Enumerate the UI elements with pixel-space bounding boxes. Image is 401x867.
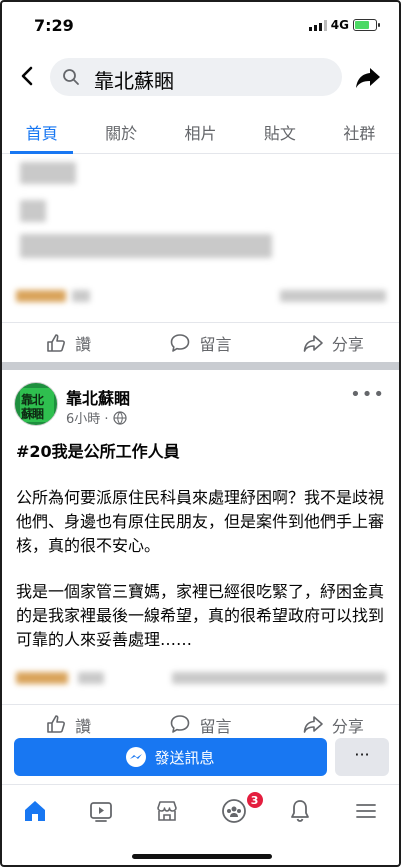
status-bar: 7:29 4G	[2, 2, 399, 48]
nav-marketplace[interactable]	[134, 785, 200, 836]
thumbs-up-icon	[47, 715, 66, 733]
share-icon	[303, 334, 323, 352]
share-label: 分享	[331, 717, 364, 736]
home-indicator	[132, 854, 272, 859]
comment-button[interactable]: 留言	[134, 323, 266, 362]
back-arrow-icon[interactable]	[16, 64, 40, 88]
messenger-icon	[126, 747, 147, 767]
search-header: 靠北蘇睏	[2, 54, 399, 100]
more-options-button[interactable]: ···	[335, 738, 389, 776]
signal-icon	[308, 19, 327, 31]
post-title: #20我是公所工作人員	[16, 442, 180, 461]
nav-notifications[interactable]	[267, 785, 333, 836]
search-icon	[63, 69, 79, 85]
globe-icon	[112, 410, 127, 425]
like-label: 讚	[75, 717, 92, 736]
nav-groups[interactable]: 3	[201, 785, 267, 836]
notification-badge: 3	[245, 791, 264, 809]
thumbs-up-icon	[47, 333, 66, 352]
like-button-2[interactable]: 讚	[2, 705, 134, 738]
post-paragraph-1: 公所為何要派原住民科員來處理紓困啊？我不是歧視他們、身邊也有原住民朋友，但是案件…	[16, 488, 385, 555]
share-icon	[303, 716, 323, 733]
post-author[interactable]: 靠北蘇睏	[66, 385, 130, 409]
share-button[interactable]: 分享	[267, 323, 399, 362]
marketplace-icon	[157, 800, 178, 821]
comment-label: 留言	[199, 717, 232, 736]
video-icon	[90, 801, 113, 822]
phone-frame: 7:29 4G 靠北蘇睏 首頁 關於 相片 貼文 社群 讚 留言 分享 靠北 蘇…	[0, 0, 401, 867]
comment-icon	[171, 715, 190, 733]
like-label: 讚	[75, 334, 92, 354]
nav-menu[interactable]	[333, 785, 399, 836]
post-actions-2: 讚 留言 分享	[2, 704, 399, 738]
send-message-label: 發送訊息	[154, 748, 215, 767]
comment-icon	[171, 333, 190, 352]
bottom-navigation: 3	[2, 784, 399, 836]
status-time: 7:29	[34, 16, 74, 35]
share-label: 分享	[331, 334, 364, 354]
groups-icon	[221, 798, 246, 823]
page-avatar[interactable]: 靠北 蘇睏	[14, 382, 58, 426]
comment-button-2[interactable]: 留言	[134, 705, 266, 738]
like-button[interactable]: 讚	[2, 323, 134, 362]
page-tabs: 首頁 關於 相片 貼文 社群	[2, 110, 399, 154]
search-query: 靠北蘇睏	[94, 69, 174, 93]
nav-home[interactable]	[2, 785, 68, 836]
share-button-2[interactable]: 分享	[267, 705, 399, 738]
tab-community[interactable]: 社群	[320, 110, 399, 153]
status-indicators: 4G	[308, 18, 380, 32]
post-options-button[interactable]: •••	[350, 384, 385, 405]
post-actions-1: 讚 留言 分享	[2, 322, 399, 362]
network-label: 4G	[330, 18, 349, 32]
share-arrow-icon[interactable]	[353, 62, 383, 92]
nav-watch[interactable]	[68, 785, 134, 836]
send-message-button[interactable]: 發送訊息	[14, 738, 327, 776]
tab-posts[interactable]: 貼文	[240, 110, 319, 153]
tab-about[interactable]: 關於	[81, 110, 160, 153]
post-paragraph-2: 我是一個家管三寶媽，家裡已經很吃緊了，紓困金真的是我家裡最後一線希望，真的很希望…	[16, 582, 385, 649]
tab-photos[interactable]: 相片	[161, 110, 240, 153]
comment-label: 留言	[199, 334, 232, 354]
post-separator	[2, 362, 399, 370]
battery-icon	[353, 19, 380, 31]
menu-icon	[356, 803, 376, 818]
home-icon	[25, 800, 46, 821]
search-bar[interactable]: 靠北蘇睏	[50, 58, 342, 96]
bell-icon	[290, 799, 309, 822]
tab-home[interactable]: 首頁	[2, 110, 81, 154]
post-timestamp: 6小時 ·	[66, 408, 127, 427]
